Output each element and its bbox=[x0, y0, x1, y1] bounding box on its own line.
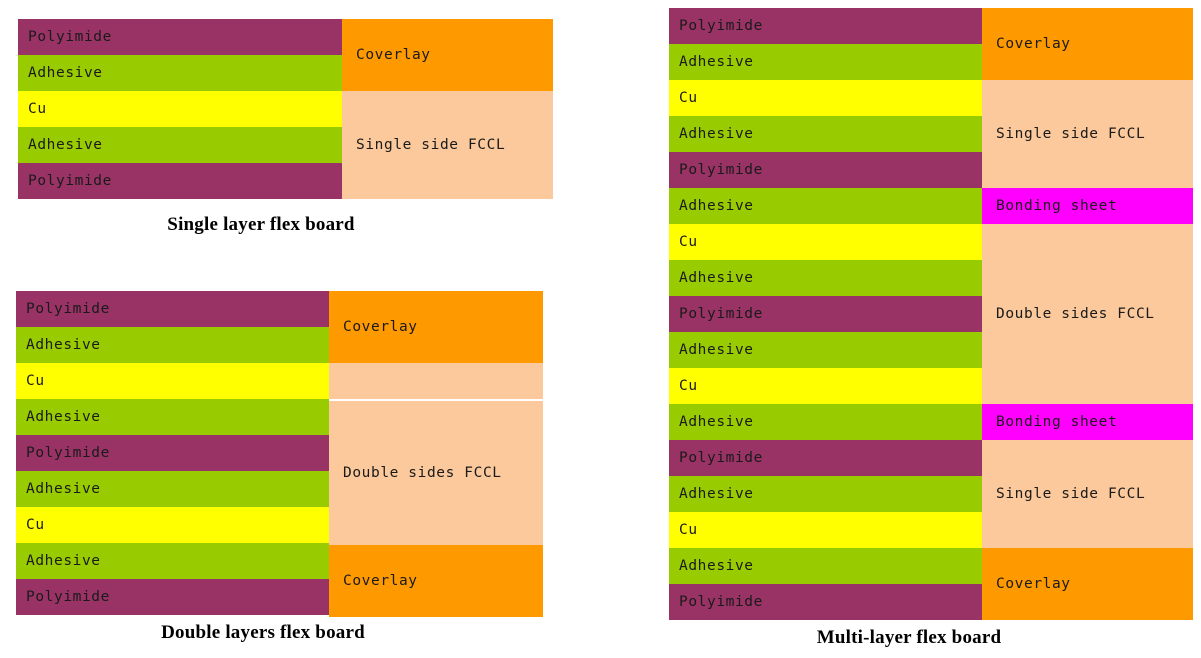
layer-label: Adhesive bbox=[26, 552, 101, 569]
layer-row: Adhesive bbox=[669, 332, 982, 368]
layer-row: Polyimide bbox=[18, 163, 342, 199]
layer-row: Cu bbox=[18, 91, 342, 127]
group-label: Coverlay bbox=[356, 47, 431, 63]
layer-row: Adhesive bbox=[18, 127, 342, 163]
layer-label: Cu bbox=[26, 516, 45, 533]
group-band: Single side FCCL bbox=[342, 91, 553, 199]
layer-row: Adhesive bbox=[669, 116, 982, 152]
layer-row: Cu bbox=[669, 80, 982, 116]
layer-label: Cu bbox=[679, 378, 698, 394]
layer-label: Adhesive bbox=[679, 270, 754, 286]
layer-label: Adhesive bbox=[26, 408, 101, 425]
group-band: Single side FCCL bbox=[982, 80, 1193, 188]
layer-column: Polyimide Adhesive Cu Adhesive Polyimide bbox=[18, 19, 342, 199]
layer-label: Polyimide bbox=[26, 300, 110, 317]
layer-row: Adhesive bbox=[18, 55, 342, 91]
layer-row: Polyimide bbox=[669, 584, 982, 620]
layer-label: Polyimide bbox=[679, 162, 763, 178]
group-band: Double sides FCCL bbox=[982, 224, 1193, 404]
group-column: Coverlay Double sides FCCL Coverlay bbox=[329, 291, 543, 617]
layer-row: Polyimide bbox=[16, 578, 329, 615]
stackup-diagram-single-layer: Polyimide Adhesive Cu Adhesive Polyimide Cov… bbox=[18, 19, 553, 199]
layer-label: Polyimide bbox=[679, 306, 763, 322]
group-band: Coverlay bbox=[982, 8, 1193, 80]
group-band: Coverlay bbox=[342, 19, 553, 91]
layer-row: Adhesive bbox=[16, 398, 329, 435]
stackup-diagram-multi-layer: Polyimide Adhesive Cu Adhesive Polyimide Adhe… bbox=[669, 8, 1193, 620]
group-label: Single side FCCL bbox=[356, 137, 506, 153]
layer-row: Adhesive bbox=[669, 188, 982, 224]
group-label: Coverlay bbox=[996, 576, 1071, 592]
layer-label: Cu bbox=[26, 372, 45, 389]
layer-label: Adhesive bbox=[679, 342, 754, 358]
group-label: Coverlay bbox=[343, 318, 418, 335]
layer-row: Adhesive bbox=[669, 44, 982, 80]
layer-row: Adhesive bbox=[669, 476, 982, 512]
group-column: Coverlay Single side FCCL bbox=[342, 19, 553, 199]
layer-row: Adhesive bbox=[16, 470, 329, 507]
layer-label: Cu bbox=[28, 101, 47, 117]
layer-label: Polyimide bbox=[679, 450, 763, 466]
group-column: Coverlay Single side FCCL Bonding sheet Dou… bbox=[982, 8, 1193, 620]
group-band: Coverlay bbox=[329, 544, 543, 617]
layer-row: Adhesive bbox=[16, 326, 329, 363]
group-band: Coverlay bbox=[329, 291, 543, 363]
diagram-caption-single-layer: Single layer flex board bbox=[167, 214, 355, 235]
layer-row: Adhesive bbox=[669, 548, 982, 584]
layer-label: Adhesive bbox=[679, 198, 754, 214]
group-band: Bonding sheet bbox=[982, 188, 1193, 224]
layer-label: Polyimide bbox=[28, 29, 112, 45]
layer-row: Polyimide bbox=[18, 19, 342, 55]
group-label: Coverlay bbox=[343, 572, 418, 589]
group-band: Bonding sheet bbox=[982, 404, 1193, 440]
layer-label: Adhesive bbox=[679, 558, 754, 574]
layer-row: Cu bbox=[669, 512, 982, 548]
group-label: Bonding sheet bbox=[996, 414, 1118, 430]
group-label: Single side FCCL bbox=[996, 486, 1146, 502]
layer-label: Adhesive bbox=[28, 65, 103, 81]
layer-label: Cu bbox=[679, 90, 698, 106]
layer-row: Polyimide bbox=[16, 291, 329, 327]
layer-row: Polyimide bbox=[16, 434, 329, 471]
layer-label: Adhesive bbox=[679, 54, 754, 70]
layer-label: Polyimide bbox=[28, 173, 112, 189]
group-band: Coverlay bbox=[982, 548, 1193, 620]
layer-label: Adhesive bbox=[679, 126, 754, 142]
layer-row: Polyimide bbox=[669, 152, 982, 188]
layer-row: Cu bbox=[669, 368, 982, 404]
group-label: Double sides FCCL bbox=[996, 306, 1155, 322]
group-band bbox=[329, 362, 543, 399]
layer-label: Adhesive bbox=[679, 414, 754, 430]
layer-label: Polyimide bbox=[679, 18, 763, 34]
layer-row: Polyimide bbox=[669, 440, 982, 476]
layer-row: Cu bbox=[669, 224, 982, 260]
group-label: Single side FCCL bbox=[996, 126, 1146, 142]
layer-label: Polyimide bbox=[679, 594, 763, 610]
stackup-diagram-double-layer: Polyimide Adhesive Cu Adhesive Polyimide Adhe… bbox=[16, 291, 543, 617]
layer-row: Adhesive bbox=[669, 260, 982, 296]
layer-row: Adhesive bbox=[669, 404, 982, 440]
layer-row: Polyimide bbox=[669, 8, 982, 44]
layer-column: Polyimide Adhesive Cu Adhesive Polyimide Adhe… bbox=[16, 291, 329, 615]
layer-label: Adhesive bbox=[26, 336, 101, 353]
group-label: Coverlay bbox=[996, 36, 1071, 52]
layer-row: Adhesive bbox=[16, 542, 329, 579]
layer-label: Adhesive bbox=[26, 480, 101, 497]
diagram-caption-multi-layer: Multi-layer flex board bbox=[816, 627, 1002, 648]
group-band: Single side FCCL bbox=[982, 440, 1193, 548]
layer-label: Polyimide bbox=[26, 588, 110, 605]
diagram-caption-double-layer: Double layers flex board bbox=[161, 622, 365, 643]
layer-label: Adhesive bbox=[679, 486, 754, 502]
group-band: Double sides FCCL bbox=[329, 400, 543, 545]
layer-label: Cu bbox=[679, 234, 698, 250]
layer-column: Polyimide Adhesive Cu Adhesive Polyimide Adhe… bbox=[669, 8, 982, 620]
layer-label: Adhesive bbox=[28, 137, 103, 153]
layer-label: Cu bbox=[679, 522, 698, 538]
group-label: Double sides FCCL bbox=[343, 464, 502, 481]
layer-label: Polyimide bbox=[26, 444, 110, 461]
layer-row: Cu bbox=[16, 362, 329, 399]
group-label: Bonding sheet bbox=[996, 198, 1118, 214]
layer-row: Polyimide bbox=[669, 296, 982, 332]
layer-row: Cu bbox=[16, 506, 329, 543]
